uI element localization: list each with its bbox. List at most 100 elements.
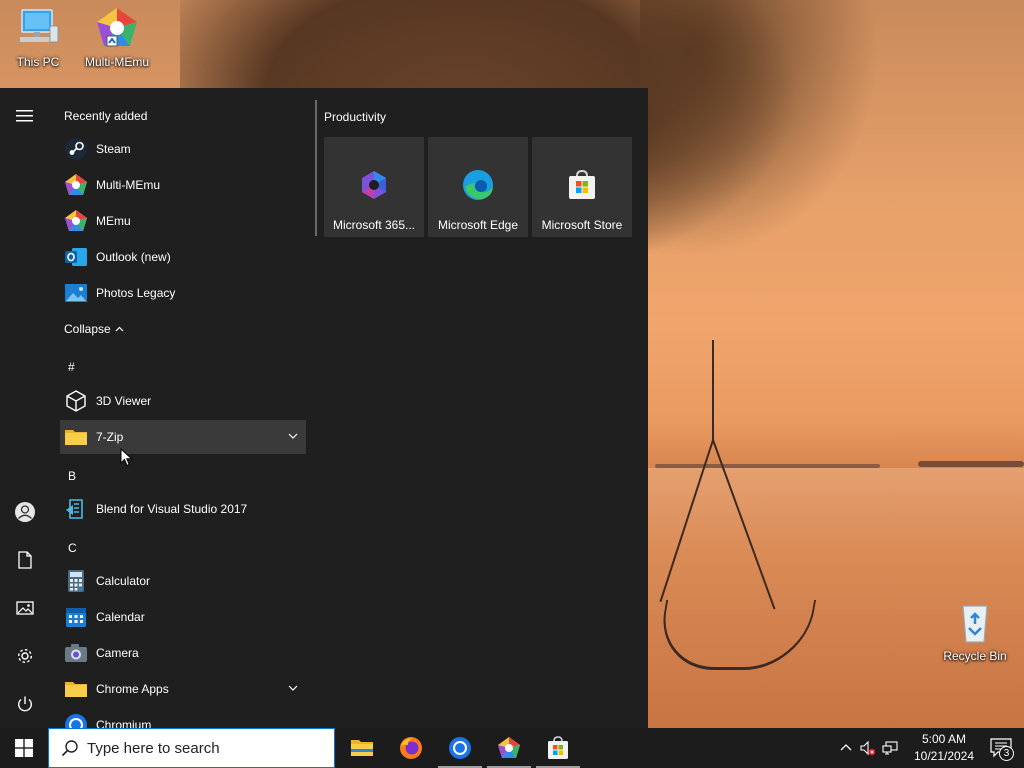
taskbar-clock[interactable]: 5:00 AM 10/21/2024 xyxy=(910,731,978,765)
chromium-icon xyxy=(65,714,87,728)
steam-icon xyxy=(65,138,87,160)
documents-button[interactable] xyxy=(0,540,50,580)
memu-icon xyxy=(498,737,520,758)
gear-icon xyxy=(17,648,33,664)
taskbar-microsoft-store[interactable] xyxy=(534,728,582,768)
desktop-icon-multi-memu[interactable]: Multi-MEmu xyxy=(79,6,155,69)
recently-added-header: Recently added xyxy=(64,109,148,123)
swing-rope xyxy=(712,340,714,440)
desktop-icon-recycle-bin[interactable]: Recycle Bin xyxy=(937,600,1013,663)
store-icon xyxy=(548,736,568,759)
app-item-label: Camera xyxy=(96,646,139,660)
chevron-down-icon[interactable] xyxy=(288,683,298,693)
section-letter-b[interactable]: B xyxy=(68,469,76,483)
chevron-up-icon[interactable] xyxy=(838,740,854,756)
app-item-multi-memu[interactable]: Multi-MEmu xyxy=(60,168,306,202)
document-icon xyxy=(18,551,32,569)
account-button[interactable] xyxy=(0,492,50,532)
power-button[interactable] xyxy=(0,684,50,724)
section-letter-c[interactable]: C xyxy=(68,541,77,555)
app-item-label: Steam xyxy=(96,142,131,156)
app-item-steam[interactable]: Steam xyxy=(60,132,306,166)
app-item-memu[interactable]: MEmu xyxy=(60,204,306,238)
recycle-bin-icon xyxy=(962,605,988,643)
taskbar: 5:00 AM 10/21/2024 3 xyxy=(0,728,1024,768)
tile-label: Microsoft 365... xyxy=(332,218,416,232)
memu-icon xyxy=(65,174,87,195)
notification-count-badge: 3 xyxy=(999,746,1014,761)
section-letter-hash[interactable]: # xyxy=(68,360,75,374)
app-item-label: Calendar xyxy=(96,610,145,624)
folder-icon xyxy=(65,430,87,445)
tile-microsoft-store[interactable]: Microsoft Store xyxy=(532,137,632,237)
volume-muted-icon[interactable] xyxy=(860,740,876,756)
app-item-label: 7-Zip xyxy=(96,430,124,444)
app-item-photos-legacy[interactable]: Photos Legacy xyxy=(60,276,306,310)
power-icon xyxy=(18,696,32,712)
start-button[interactable] xyxy=(0,728,48,768)
pictures-button[interactable] xyxy=(0,588,50,628)
app-item-calculator[interactable]: Calculator xyxy=(60,564,306,598)
tile-microsoft-edge[interactable]: Microsoft Edge xyxy=(428,137,528,237)
app-item-7-zip[interactable]: 7-Zip xyxy=(60,420,306,454)
outlook-icon xyxy=(65,248,87,266)
user-avatar-icon xyxy=(15,502,35,522)
tile-label: Microsoft Store xyxy=(541,218,623,232)
mouse-cursor-icon xyxy=(120,448,133,467)
taskbar-search-box[interactable] xyxy=(48,728,335,768)
app-item-chromium[interactable]: Chromium xyxy=(60,708,306,728)
palm-frond xyxy=(640,0,880,260)
clock-date: 10/21/2024 xyxy=(913,749,975,763)
settings-button[interactable] xyxy=(0,636,50,676)
app-item-chrome-apps[interactable]: Chrome Apps xyxy=(60,672,306,706)
system-tray: 5:00 AM 10/21/2024 3 xyxy=(834,728,1024,768)
expand-menu-button[interactable] xyxy=(0,96,50,136)
app-item-label: Photos Legacy xyxy=(96,286,176,300)
chevron-up-icon xyxy=(115,326,124,332)
folder-icon xyxy=(351,740,373,756)
tile-microsoft-365[interactable]: Microsoft 365... xyxy=(324,137,424,237)
app-item-calendar[interactable]: Calendar xyxy=(60,600,306,634)
taskbar-chromium[interactable] xyxy=(436,728,484,768)
search-icon xyxy=(61,740,78,757)
island-left xyxy=(655,464,880,468)
start-rail xyxy=(0,88,50,728)
taskbar-file-explorer[interactable] xyxy=(338,728,386,768)
app-item-label: Blend for Visual Studio 2017 xyxy=(96,502,248,516)
cube-icon xyxy=(66,390,86,412)
windows-logo-icon xyxy=(15,739,33,757)
chromium-icon xyxy=(449,737,471,759)
blend-icon xyxy=(66,499,83,519)
chevron-down-icon[interactable] xyxy=(288,431,298,441)
taskbar-firefox[interactable] xyxy=(387,728,435,768)
tile-group-title[interactable]: Productivity xyxy=(324,110,386,124)
app-item-label: Calculator xyxy=(96,574,151,588)
app-item-label: Chrome Apps xyxy=(96,682,169,696)
app-item-3d-viewer[interactable]: 3D Viewer xyxy=(60,384,306,418)
memu-icon xyxy=(97,8,137,47)
network-icon[interactable] xyxy=(882,740,898,756)
search-input[interactable] xyxy=(87,733,307,763)
camera-icon xyxy=(65,644,87,662)
island-right xyxy=(918,461,1024,467)
app-item-label: MEmu xyxy=(96,214,131,228)
firefox-icon xyxy=(400,737,422,759)
app-item-label: Multi-MEmu xyxy=(96,178,161,192)
tile-label: Microsoft Edge xyxy=(437,218,519,232)
desktop-icon-label: Multi-MEmu xyxy=(84,55,149,69)
computer-icon xyxy=(20,9,59,43)
app-item-outlook-new[interactable]: Outlook (new) xyxy=(60,240,306,274)
scrollbar-divider[interactable] xyxy=(315,100,317,236)
m365-icon xyxy=(362,171,386,199)
start-menu: Recently added Steam Multi-MEmu MEmu Out… xyxy=(0,88,648,728)
taskbar-memu[interactable] xyxy=(485,728,533,768)
app-list[interactable]: Recently added Steam Multi-MEmu MEmu Out… xyxy=(58,88,310,728)
photos-icon xyxy=(65,284,87,302)
folder-icon xyxy=(65,682,87,697)
hamburger-icon xyxy=(16,110,33,122)
clock-time: 5:00 AM xyxy=(921,732,967,746)
desktop-icon-this-pc[interactable]: This PC xyxy=(0,6,76,69)
collapse-button[interactable]: Collapse xyxy=(60,312,140,346)
app-item-camera[interactable]: Camera xyxy=(60,636,306,670)
app-item-blend-vs2017[interactable]: Blend for Visual Studio 2017 xyxy=(60,492,306,526)
